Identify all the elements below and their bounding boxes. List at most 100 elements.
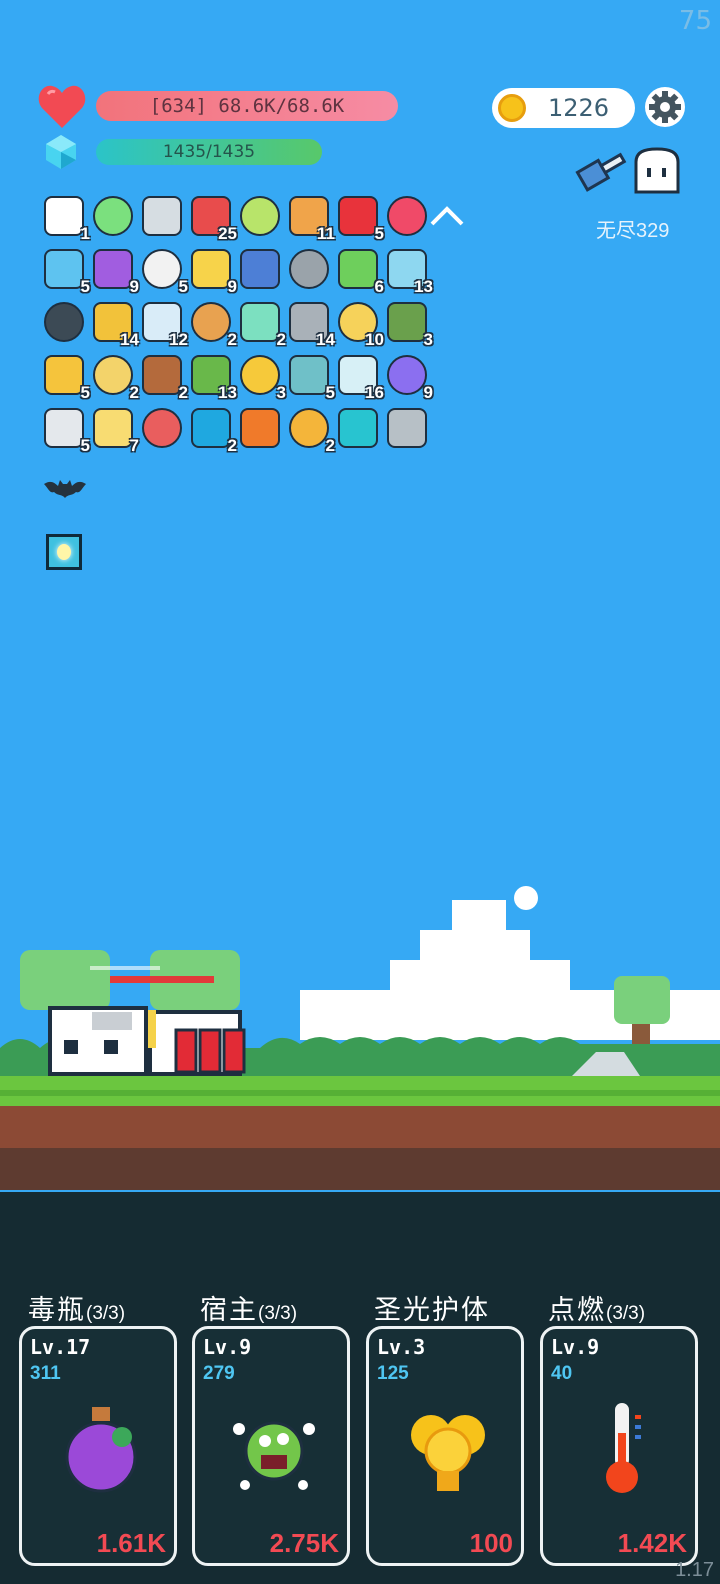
- strawberry-icon[interactable]: 5: [336, 194, 384, 243]
- cards-icon[interactable]: [238, 247, 286, 295]
- skill-uses: (3/3): [258, 1303, 298, 1324]
- skill-level: Lv.3: [377, 1335, 426, 1359]
- skill-card[interactable]: Lv.3 125 100: [366, 1326, 524, 1566]
- item-count: 2: [227, 330, 237, 349]
- fire-ring-icon[interactable]: [238, 406, 286, 454]
- skill-upgrade-cost: 100: [469, 1528, 513, 1558]
- ring-icon-graphic: [93, 355, 133, 395]
- bomb-icon[interactable]: [42, 300, 90, 348]
- slime-icon-graphic: [338, 249, 378, 289]
- sapphire-icon[interactable]: 2: [189, 406, 237, 455]
- skill-value: 40: [551, 1363, 573, 1384]
- dumbbell-icon[interactable]: 14: [287, 300, 335, 349]
- item-count: 7: [129, 436, 139, 455]
- mushroom-icon[interactable]: 25: [189, 194, 237, 243]
- clipboard-icon[interactable]: 5: [140, 247, 188, 296]
- strawberry-icon-graphic: [338, 196, 378, 236]
- skill-name: 毒瓶: [28, 1295, 86, 1325]
- skill-card[interactable]: Lv.17 311 1.61K: [19, 1326, 177, 1566]
- skill-name: 宿主: [200, 1295, 258, 1325]
- ghost-spirit-icon[interactable]: 2: [238, 300, 286, 349]
- skill-title: 毒瓶(3/3): [28, 1288, 125, 1327]
- skill-upgrade-cost: 1.42K: [617, 1528, 687, 1558]
- heart-icon: [38, 85, 86, 128]
- percent-tag-icon[interactable]: [140, 406, 188, 454]
- skill-card[interactable]: Lv.9 40 1.42K: [540, 1326, 698, 1566]
- shirt-icon[interactable]: 12: [140, 300, 188, 349]
- knight-helmet-icon[interactable]: 5: [42, 406, 90, 455]
- skill-upgrade-cost: 2.75K: [269, 1528, 339, 1558]
- battle-scene: [0, 886, 720, 1190]
- item-count: 25: [218, 224, 237, 243]
- item-count: 13: [218, 383, 237, 402]
- viking-helmet-icon-graphic: [289, 249, 329, 289]
- item-count: 10: [365, 330, 384, 349]
- endless-level-label: 无尽329: [596, 220, 670, 242]
- skill-upgrade-cost: 1.61K: [96, 1528, 166, 1558]
- bomb-icon-graphic: [44, 302, 84, 342]
- sunflower-icon-graphic: [240, 355, 280, 395]
- skill-value: 311: [30, 1363, 61, 1384]
- poison-bottle-icon: [65, 1407, 137, 1493]
- sparkles-icon[interactable]: 16: [336, 353, 384, 402]
- cheese-icon[interactable]: 9: [189, 247, 237, 296]
- item-count: 2: [227, 436, 237, 455]
- shovel-icon[interactable]: [574, 146, 630, 196]
- collapse-chevron-icon[interactable]: [428, 204, 466, 228]
- gift-box-icon[interactable]: 9: [385, 353, 433, 402]
- version-label: 1.17: [675, 1559, 714, 1581]
- crystal-ball-icon-graphic: [93, 249, 133, 289]
- skill-card[interactable]: Lv.9 279 2.75K: [192, 1326, 350, 1566]
- item-count: 9: [129, 277, 139, 296]
- green-card-icon[interactable]: [238, 194, 286, 242]
- ring-icon[interactable]: 2: [91, 353, 139, 402]
- item-count: 2: [325, 436, 335, 455]
- speech-bubble-icon[interactable]: 5: [42, 247, 90, 296]
- skill-name: 点燃: [548, 1295, 606, 1325]
- skill-uses: (3/3): [606, 1303, 646, 1324]
- cake-flag-icon[interactable]: 2: [140, 353, 188, 402]
- compass-icon[interactable]: [385, 406, 433, 454]
- sword-icon[interactable]: [140, 194, 188, 242]
- biohazard-icon-graphic: [93, 196, 133, 236]
- crystal-ball-icon[interactable]: 9: [91, 247, 139, 296]
- settings-gear-icon[interactable]: [644, 86, 686, 128]
- grenade-icon[interactable]: 3: [385, 300, 433, 349]
- briefcase-icon[interactable]: 11: [287, 194, 335, 243]
- percent-tag-icon-graphic: [142, 408, 182, 448]
- item-count: 13: [414, 277, 433, 296]
- item-count: 5: [80, 277, 90, 296]
- magic-wand-icon-graphic: [44, 355, 84, 395]
- target-tile-icon[interactable]: [336, 406, 384, 454]
- clipboard-icon-graphic: [142, 249, 182, 289]
- slime-icon[interactable]: 6: [336, 247, 384, 296]
- ghost-pet-icon[interactable]: [632, 146, 682, 196]
- holy-shield-icon: [411, 1415, 485, 1491]
- coin-value: 1226: [547, 94, 610, 122]
- biohazard-icon[interactable]: [91, 194, 139, 242]
- beer-mug-icon[interactable]: 2: [287, 406, 335, 455]
- sun-cloud-icon[interactable]: 10: [336, 300, 384, 349]
- item-count: 5: [178, 277, 188, 296]
- pineapple-icon[interactable]: 14: [91, 300, 139, 349]
- bat-icon[interactable]: [42, 472, 88, 502]
- item-count: 11: [317, 224, 335, 243]
- ruby-icon[interactable]: [385, 194, 433, 242]
- viking-helmet-icon[interactable]: [287, 247, 335, 295]
- skill-level: Lv.17: [30, 1335, 91, 1359]
- skill-title: 圣光护体: [374, 1288, 490, 1327]
- star-card-icon-graphic: [44, 196, 84, 236]
- item-count: 9: [423, 383, 433, 402]
- meteor-icon[interactable]: 2: [189, 300, 237, 349]
- beer-mug-icon-graphic: [289, 408, 329, 448]
- notepad-icon[interactable]: 7: [91, 406, 139, 455]
- disc-icon[interactable]: 5: [287, 353, 335, 402]
- sunflower-icon[interactable]: 3: [238, 353, 286, 402]
- flask-icon[interactable]: 13: [385, 247, 433, 296]
- fps-counter: 75: [678, 6, 712, 36]
- star-card-icon[interactable]: 1: [42, 194, 90, 243]
- lamp-icon[interactable]: [46, 534, 82, 570]
- turtle-shell-icon[interactable]: 13: [189, 353, 237, 402]
- green-card-icon-graphic: [240, 196, 280, 236]
- magic-wand-icon[interactable]: 5: [42, 353, 90, 402]
